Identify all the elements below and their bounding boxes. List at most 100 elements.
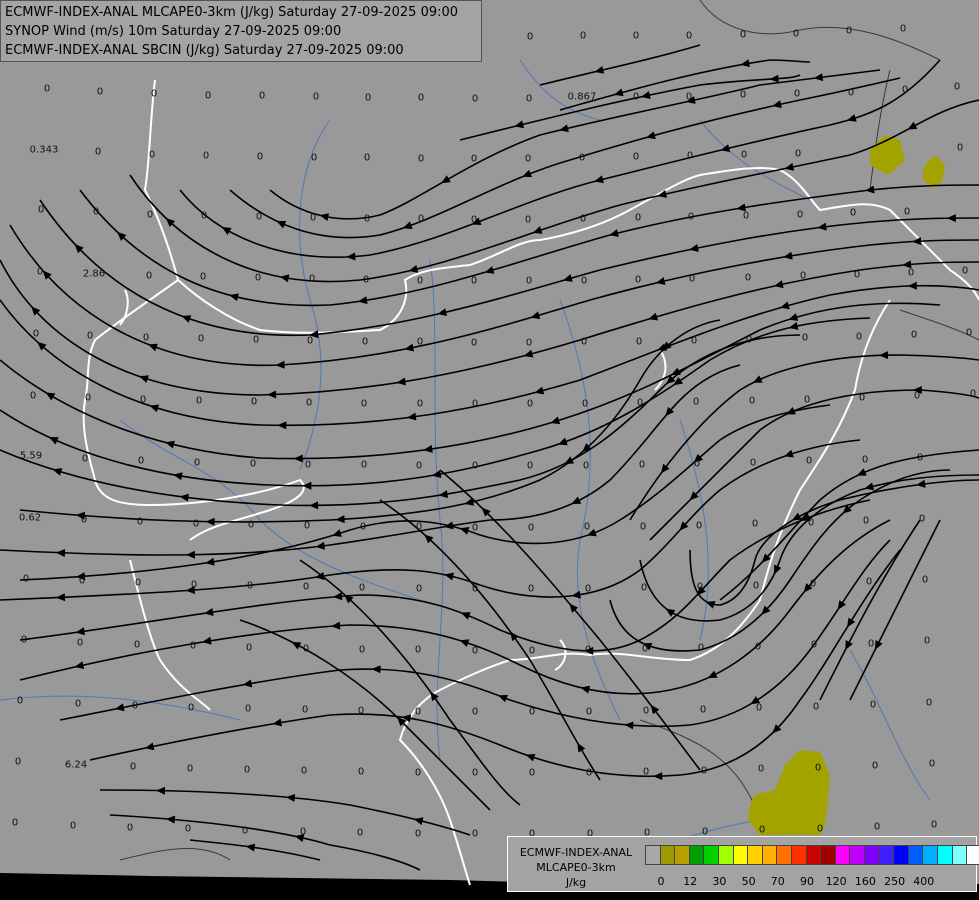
streamline-arrow xyxy=(689,243,699,252)
grid-value: 0 xyxy=(634,212,642,224)
grid-value: 0 xyxy=(300,765,308,777)
grid-value: 0 xyxy=(415,460,423,472)
grid-value: 0 xyxy=(357,705,365,717)
grid-value: 0 xyxy=(928,758,936,770)
streamline-arrow xyxy=(720,144,731,153)
grid-value: 0 xyxy=(687,211,695,223)
grid-value: 0 xyxy=(580,336,588,348)
grid-value: 0 xyxy=(414,644,422,656)
grid-value: 0 xyxy=(136,516,144,528)
grid-value: 0 xyxy=(471,583,479,595)
grid-value: 0 xyxy=(527,522,535,534)
legend-swatch xyxy=(747,845,763,865)
grid-value: 0 xyxy=(471,398,479,410)
streamline-arrow xyxy=(774,564,782,575)
grid-value: 0 xyxy=(799,270,807,282)
grid-value: 0 xyxy=(414,828,422,840)
legend-swatch xyxy=(966,845,979,865)
grid-value: 0 xyxy=(918,513,926,525)
legend-tick: 70 xyxy=(770,875,785,888)
grid-value: 0 xyxy=(204,90,212,102)
weather-map: 0 0 0 0 0 0 0 0 0 0 0.867 0 0 0 0 0 0 0 0.343 0 0 0 0 0 0 0 0 0 0 0 0 0… xyxy=(0,0,979,900)
grid-value: 0 xyxy=(32,328,40,340)
grid-value: 0 xyxy=(907,267,915,279)
grid-value: 0 xyxy=(302,581,310,593)
streamline-arrow xyxy=(534,386,545,395)
grid-value: 0 xyxy=(636,397,644,409)
legend-swatch xyxy=(878,845,895,865)
legend-unit: J/kg xyxy=(565,876,587,889)
streamline-arrow xyxy=(846,114,857,122)
grid-value: 0 xyxy=(43,83,51,95)
legend-swatch xyxy=(674,845,690,865)
streamline-arrow xyxy=(907,281,917,290)
streamline-arrow xyxy=(707,670,718,679)
grid-value: 0 xyxy=(414,706,422,718)
grid-value: 0 xyxy=(871,760,879,772)
header-line-1: ECMWF-INDEX-ANAL MLCAPE0-3km (J/kg) Satu… xyxy=(5,5,459,20)
grid-value: 0 xyxy=(816,823,824,835)
grid-value: 0 xyxy=(873,821,881,833)
grid-value: 0 xyxy=(740,149,748,161)
grid-value: 0 xyxy=(358,644,366,656)
streamline-arrow xyxy=(532,226,543,234)
legend-model: ECMWF-INDEX-ANAL xyxy=(519,846,633,859)
grid-value: 0 xyxy=(14,756,22,768)
grid-value: 0 xyxy=(758,824,766,836)
grid-value: 0 xyxy=(417,153,425,165)
grid-value: 0 xyxy=(249,458,257,470)
grid-value: 0 xyxy=(471,767,479,779)
grid-value: 0 xyxy=(640,582,648,594)
grid-value: 0 xyxy=(252,334,260,346)
grid-value: 0 xyxy=(304,459,312,471)
grid-value: 0 xyxy=(416,275,424,287)
header-line-2: SYNOP Wind (m/s) 10m Saturday 27-09-2025… xyxy=(5,24,342,39)
grid-value: 0 xyxy=(358,582,366,594)
grid-value: 0 xyxy=(581,398,589,410)
legend-swatch xyxy=(703,845,719,865)
grid-value: 0 xyxy=(916,452,924,464)
grid-value: 0 xyxy=(139,394,147,406)
grid-value: 0 xyxy=(739,89,747,101)
grid-value: 0 xyxy=(417,92,425,104)
grid-value: 0 xyxy=(133,639,141,651)
grid-value: 0 xyxy=(585,767,593,779)
streamline-arrow xyxy=(559,124,569,133)
streamline-arrow xyxy=(406,412,417,421)
legend-tick: 50 xyxy=(741,875,756,888)
streamline-arrow xyxy=(484,266,495,274)
streamline-arrow xyxy=(594,175,604,184)
grid-value: 0 xyxy=(642,766,650,778)
legend-parameter: MLCAPE0-3km xyxy=(536,861,616,874)
grid-value: 0 xyxy=(584,583,592,595)
grid-value: 0 xyxy=(150,88,158,100)
legend-tick: 400 xyxy=(913,875,935,888)
streamline-arrow xyxy=(916,479,926,488)
grid-value: 0 xyxy=(528,706,536,718)
grid-value: 0 xyxy=(697,642,705,654)
grid-value: 0 xyxy=(582,460,590,472)
grid-value: 0 xyxy=(190,579,198,591)
grid-value: 0 xyxy=(752,580,760,592)
grid-value: 0 xyxy=(685,30,693,42)
streamline-arrow xyxy=(205,517,215,526)
streamline-arrow xyxy=(773,280,784,289)
legend-swatch xyxy=(805,845,822,865)
legend-swatch xyxy=(761,845,778,865)
streamline-arrow xyxy=(813,73,824,82)
grid-value: 0 xyxy=(632,91,640,103)
grid-value: 0 xyxy=(302,643,310,655)
grid-value: 0 xyxy=(250,396,258,408)
grid-value: 0 xyxy=(751,518,759,530)
grid-value: 0 xyxy=(867,638,875,650)
streamline-arrow xyxy=(402,221,413,229)
grid-value: 0 xyxy=(865,576,873,588)
grid-value: 0 xyxy=(471,93,479,105)
grid-value: 0 xyxy=(803,394,811,406)
grid-value: 0 xyxy=(78,575,86,587)
streamline-arrow xyxy=(55,548,66,557)
grid-value: 0 xyxy=(749,457,757,469)
grid-value: 0 xyxy=(416,336,424,348)
grid-value: 0 xyxy=(193,457,201,469)
grid-value: 0 xyxy=(415,521,423,533)
